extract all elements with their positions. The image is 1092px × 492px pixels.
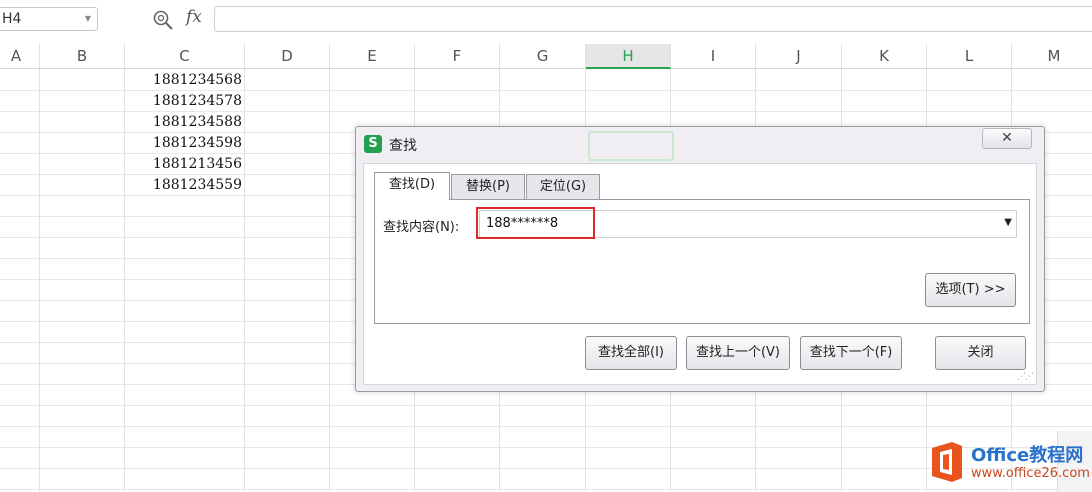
cell-c-value[interactable]: 1881234598 — [125, 132, 244, 153]
resize-grip-icon[interactable]: ⋰⋰ — [1017, 372, 1034, 382]
formula-bar: H4 ▼ fx — [0, 0, 1092, 40]
column-header-j[interactable]: J — [756, 44, 842, 69]
column-header-i[interactable]: I — [671, 44, 756, 69]
column-header-f[interactable]: F — [415, 44, 500, 69]
find-content-label: 查找内容(N): — [383, 220, 460, 235]
tab-replace[interactable]: 替换(P) — [451, 174, 525, 199]
watermark-url: www.office26.com — [971, 466, 1090, 481]
chevron-down-icon[interactable]: ▼ — [1004, 217, 1012, 228]
cell-c-value[interactable]: 1881213456 — [125, 153, 244, 174]
office-logo-icon — [932, 442, 962, 482]
watermark-title: Office教程网 — [971, 445, 1084, 466]
tab-find[interactable]: 查找(D) — [374, 172, 450, 200]
find-next-button[interactable]: 查找下一个(F) — [800, 336, 902, 370]
highlight-box — [476, 207, 595, 239]
watermark: Office教程网 www.office26.com — [924, 436, 1092, 492]
options-button[interactable]: 选项(T) >> — [925, 273, 1016, 307]
column-header-b[interactable]: B — [40, 44, 125, 69]
column-header-g[interactable]: G — [500, 44, 586, 69]
column-header-k[interactable]: K — [842, 44, 927, 69]
close-icon[interactable]: ✕ — [982, 128, 1032, 149]
wps-spreadsheet-icon: S — [364, 135, 382, 153]
find-panel: 查找内容(N): 188******8 ▼ 选项(T) >> — [374, 199, 1030, 324]
zoom-search-icon[interactable] — [152, 9, 174, 31]
find-all-button[interactable]: 查找全部(I) — [585, 336, 677, 370]
cell-c-value[interactable]: 1881234588 — [125, 111, 244, 132]
column-header-d[interactable]: D — [245, 44, 330, 69]
name-box-value: H4 — [2, 11, 22, 27]
dialog-body: 查找(D) 替换(P) 定位(G) 查找内容(N): 188******8 ▼ … — [363, 163, 1037, 385]
grid-line — [0, 405, 1092, 406]
chevron-down-icon[interactable]: ▼ — [85, 14, 91, 23]
grid-line — [0, 426, 1092, 427]
selection-ghost — [588, 131, 674, 161]
close-button[interactable]: 关闭 — [935, 336, 1026, 370]
cell-c-value[interactable]: 1881234578 — [125, 90, 244, 111]
dialog-title: 查找 — [389, 138, 417, 154]
find-dialog: S 查找 ✕ 查找(D) 替换(P) 定位(G) 查找内容(N): 188***… — [355, 126, 1045, 392]
tab-goto[interactable]: 定位(G) — [526, 174, 600, 199]
column-header-l[interactable]: L — [927, 44, 1012, 69]
column-header-m[interactable]: M — [1012, 44, 1092, 69]
column-header-a[interactable]: A — [0, 44, 40, 69]
name-box[interactable]: H4 ▼ — [0, 7, 98, 31]
function-icon[interactable]: fx — [186, 7, 202, 27]
column-header-c[interactable]: C — [125, 44, 245, 69]
formula-input[interactable] — [214, 6, 1092, 32]
cell-c-value[interactable]: 1881234559 — [125, 174, 244, 195]
column-header-h[interactable]: H — [586, 44, 671, 69]
wps-icon-letter: S — [368, 136, 378, 151]
cell-c-value[interactable]: 1881234568 — [125, 69, 244, 90]
column-header-e[interactable]: E — [330, 44, 415, 69]
find-prev-button[interactable]: 查找上一个(V) — [686, 336, 790, 370]
